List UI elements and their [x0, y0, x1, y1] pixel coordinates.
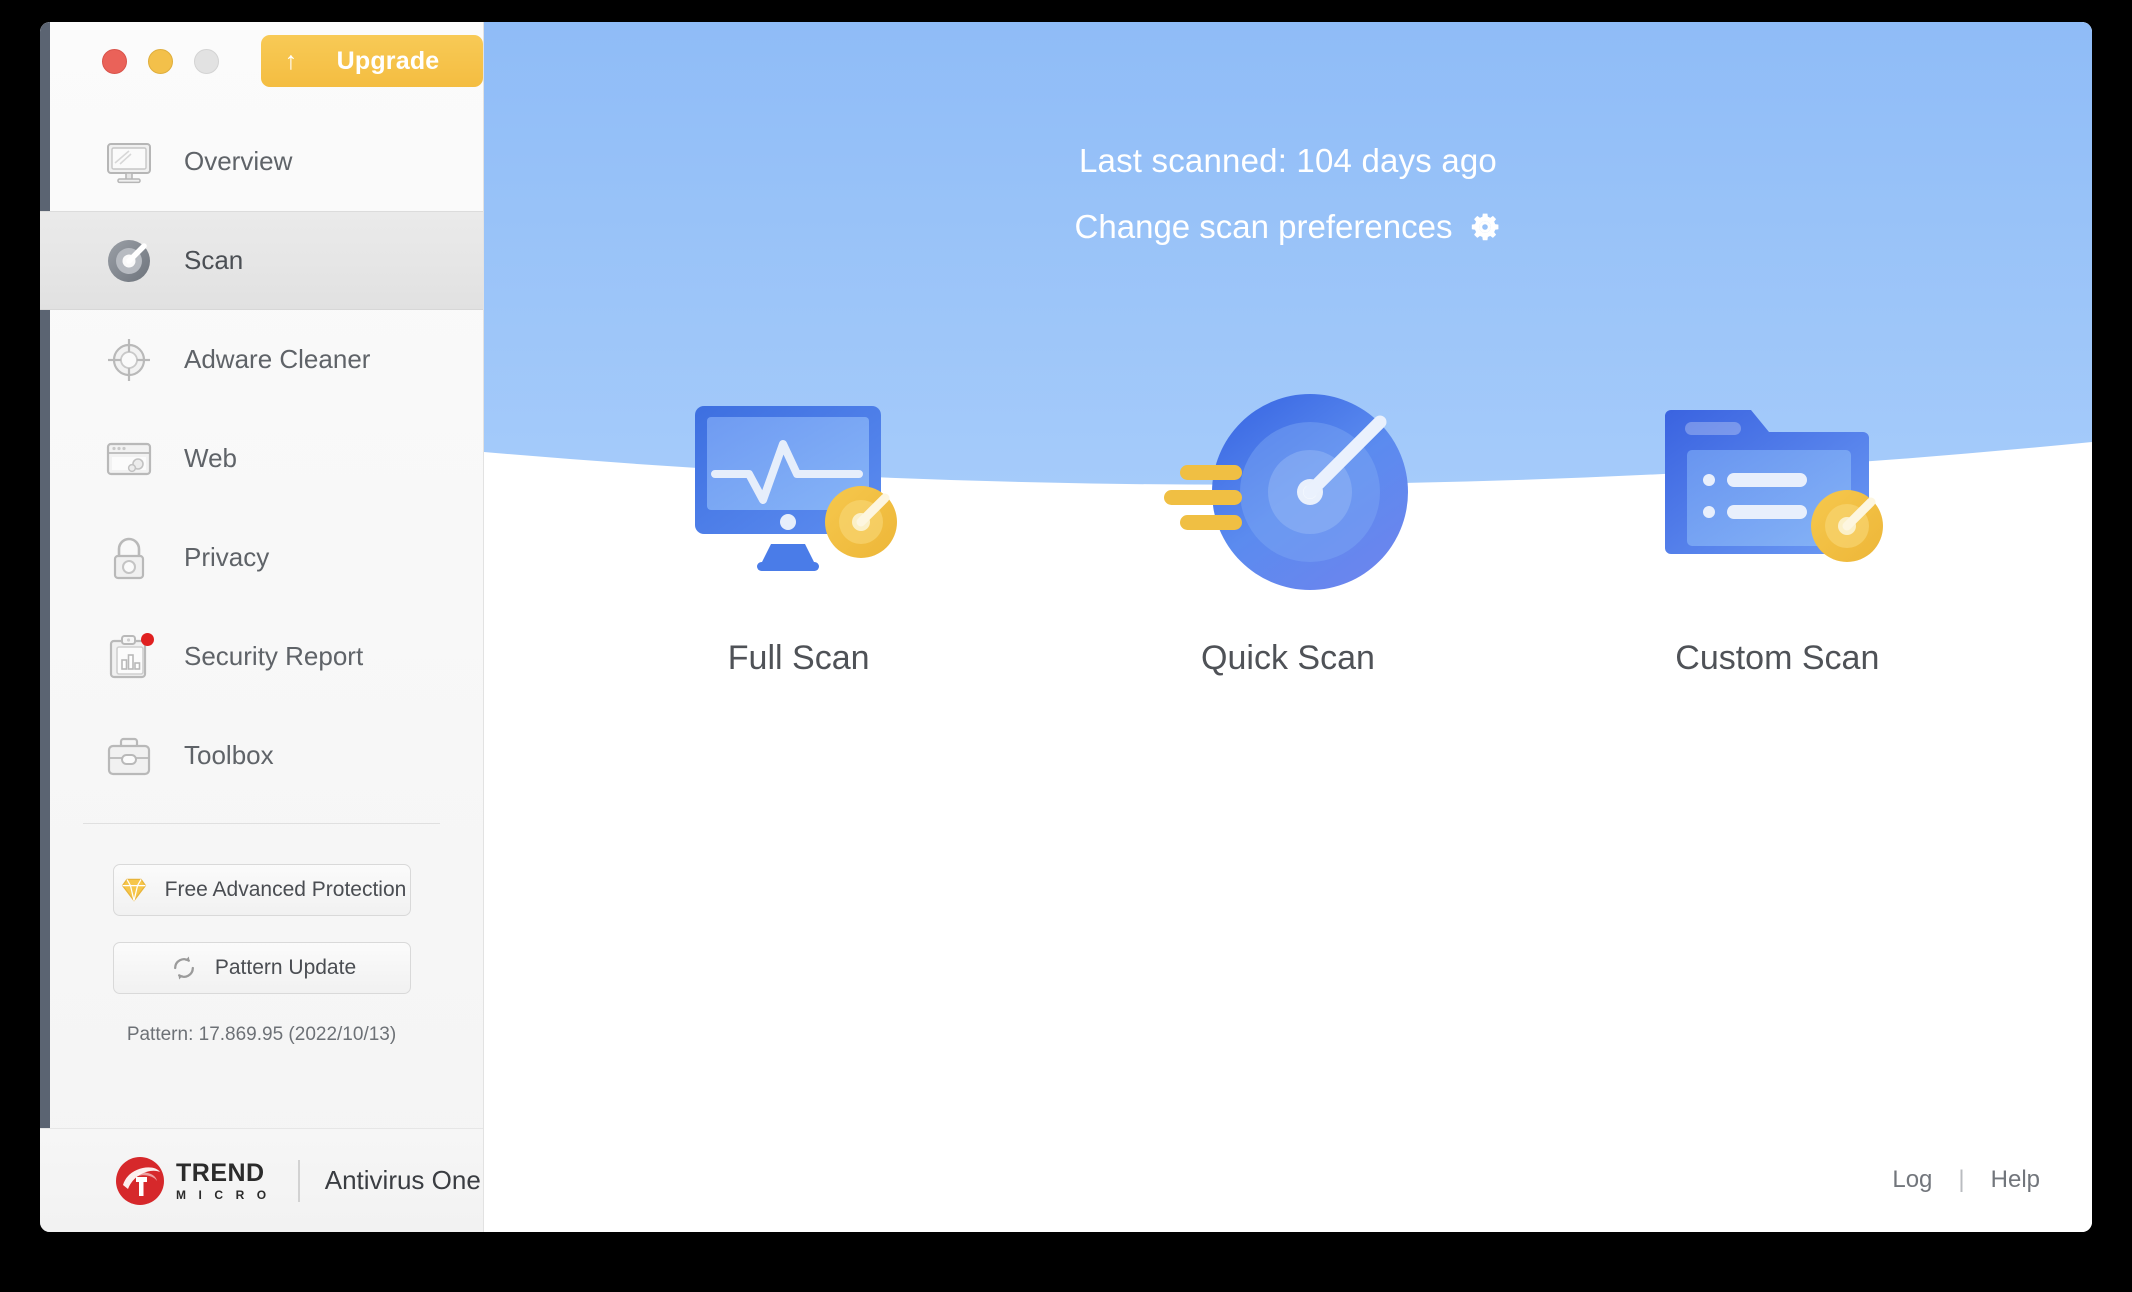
sidebar-item-label: Overview [184, 146, 293, 176]
radar-speed-icon [1158, 377, 1418, 607]
monitor-icon [103, 136, 155, 188]
brand-wordmark: TREND M I C R O [176, 1158, 271, 1202]
quick-scan-label: Quick Scan [1201, 639, 1375, 677]
full-scan-label: Full Scan [727, 639, 870, 677]
last-scanned-text: Last scanned: 104 days ago [1078, 142, 1497, 179]
gear-icon[interactable] [1469, 211, 1501, 243]
sidebar-item-label: Adware Cleaner [184, 344, 371, 374]
folder-list-scan-icon [1657, 377, 1897, 607]
hero-text-block: Last scanned: 104 days ago Change scan p… [484, 22, 2092, 246]
crosshair-icon [103, 334, 155, 386]
sidebar-item-web[interactable]: Web [40, 409, 483, 508]
pattern-version-text: Pattern: 17.869.95 (2022/10/13) [126, 1024, 397, 1045]
minimize-window-button[interactable] [148, 48, 173, 74]
quick-scan-option[interactable]: Quick Scan [1078, 377, 1498, 678]
upgrade-button[interactable]: ↑ Upgrade [261, 35, 483, 87]
status-badge [141, 632, 154, 646]
main-footer: Log | Help [1892, 1166, 2040, 1194]
briefcase-icon [103, 730, 155, 782]
custom-scan-option[interactable]: Custom Scan [1567, 377, 1987, 678]
free-advanced-protection-button[interactable]: Free Advanced Protection [112, 864, 411, 916]
close-window-button[interactable] [102, 48, 127, 74]
maximize-window-button[interactable] [194, 48, 219, 74]
sidebar-item-label: Scan [184, 245, 244, 275]
arrow-up-icon: ↑ [284, 46, 298, 75]
full-scan-option[interactable]: Full Scan [589, 377, 1009, 678]
trend-micro-logo-icon [114, 1155, 166, 1207]
sidebar-item-label: Security Report [184, 641, 364, 671]
change-scan-preferences-link[interactable]: Change scan preferences [1075, 208, 1502, 246]
brand-name-micro: M I C R O [176, 1187, 271, 1202]
browser-icon [103, 433, 155, 485]
traffic-lights [102, 48, 219, 74]
sidebar: ↑ Upgrade Overview Scan Adware Cleaner W… [40, 22, 484, 1232]
sidebar-item-label: Privacy [184, 542, 270, 572]
log-link[interactable]: Log [1892, 1166, 1932, 1194]
change-scan-preferences-label: Change scan preferences [1074, 208, 1453, 245]
product-name: Antivirus One [324, 1165, 481, 1195]
main-content: Last scanned: 104 days ago Change scan p… [484, 22, 2092, 1232]
scan-options: Full Scan Quick Scan Custom Scan [484, 377, 2092, 678]
brand-name-trend: TREND [176, 1158, 265, 1187]
pattern-update-label: Pattern Update [214, 956, 357, 979]
sidebar-item-label: Web [184, 443, 237, 473]
application-window: ↑ Upgrade Overview Scan Adware Cleaner W… [40, 22, 2092, 1232]
radar-icon [103, 235, 155, 287]
lock-icon [103, 532, 155, 584]
refresh-icon [167, 951, 201, 985]
diamond-icon [117, 873, 151, 907]
monitor-pulse-scan-icon [679, 377, 919, 607]
footer-separator: | [1958, 1166, 1965, 1193]
upgrade-button-label: Upgrade [336, 46, 440, 75]
sidebar-item-adware-cleaner[interactable]: Adware Cleaner [40, 310, 483, 409]
sidebar-item-security-report[interactable]: Security Report [40, 607, 483, 706]
pattern-update-button[interactable]: Pattern Update [112, 942, 411, 994]
sidebar-item-overview[interactable]: Overview [40, 112, 483, 211]
brand-footer: TREND M I C R O Antivirus One [40, 1128, 483, 1232]
custom-scan-label: Custom Scan [1675, 639, 1880, 677]
sidebar-divider [83, 823, 440, 824]
free-advanced-protection-label: Free Advanced Protection [164, 878, 407, 901]
sidebar-item-label: Toolbox [184, 740, 274, 770]
sidebar-item-scan[interactable]: Scan [40, 211, 483, 310]
sidebar-item-toolbox[interactable]: Toolbox [40, 706, 483, 805]
sidebar-item-privacy[interactable]: Privacy [40, 508, 483, 607]
help-link[interactable]: Help [1991, 1166, 2040, 1194]
brand-separator [297, 1159, 300, 1202]
sidebar-nav: Overview Scan Adware Cleaner Web Privacy… [40, 112, 483, 805]
clipboard-icon [103, 631, 155, 683]
title-bar: ↑ Upgrade [40, 22, 483, 100]
